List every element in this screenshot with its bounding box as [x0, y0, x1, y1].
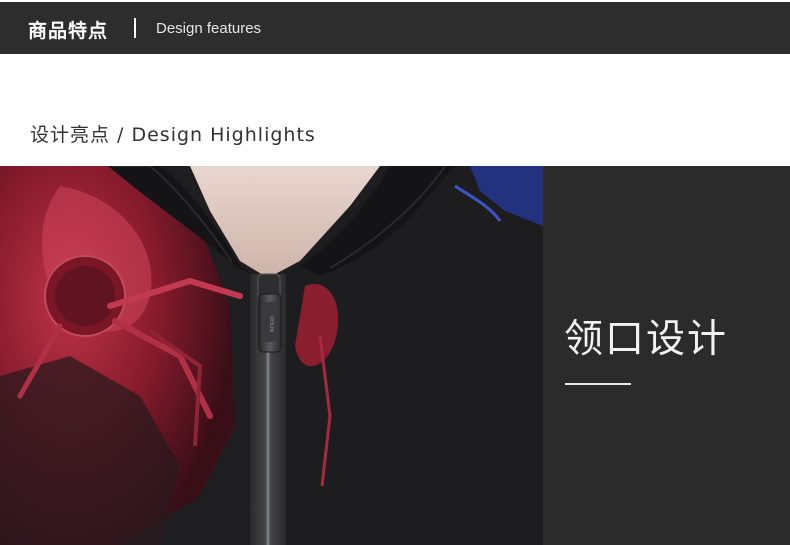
feature-panel: 领口设计 — [543, 166, 790, 545]
header-title-en: Design features — [156, 20, 262, 37]
feature-divider — [565, 383, 631, 385]
header-title-cn: 商品特点 — [28, 20, 109, 42]
header-bar: 商品特点 Design features — [0, 2, 790, 54]
collar-photo: OYILIN — [0, 166, 543, 545]
section-title: 设计亮点 / Design Highlights — [30, 124, 316, 146]
feature-title: 领口设计 — [564, 317, 729, 362]
zipper-brand-text: OYILIN — [268, 316, 274, 332]
header-separator — [134, 18, 136, 38]
jacket-collar-image: OYILIN — [0, 166, 543, 545]
